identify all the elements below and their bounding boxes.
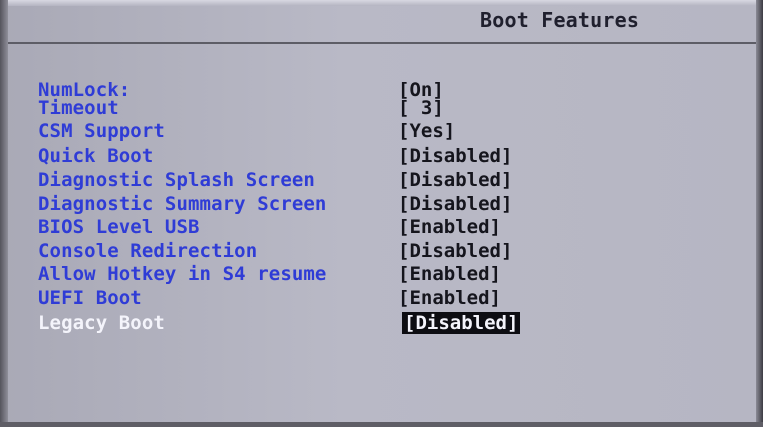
setting-uefi-boot[interactable]: UEFI Boot [Enabled] [38,287,638,309]
monitor-bezel-right [756,0,763,427]
setting-allow-hotkey-s4-resume[interactable]: Allow Hotkey in S4 resume [Enabled] [38,263,638,285]
setting-value[interactable]: [Enabled] [398,287,501,309]
setting-diagnostic-splash-screen[interactable]: Diagnostic Splash Screen [Disabled] [38,169,638,191]
setting-label: Diagnostic Summary Screen [38,193,327,215]
setting-label: UEFI Boot [38,287,142,309]
setting-value[interactable]: [Disabled] [398,240,512,262]
setting-label: Allow Hotkey in S4 resume [38,263,327,285]
setting-quick-boot[interactable]: Quick Boot [Disabled] [38,145,638,167]
setting-csm-support[interactable]: CSM Support [Yes] [38,120,638,142]
setting-bios-level-usb[interactable]: BIOS Level USB [Enabled] [38,216,638,238]
setting-value[interactable]: [ 3] [398,97,444,119]
setting-label: CSM Support [38,120,165,142]
setting-value[interactable]: [Disabled] [398,193,512,215]
screen-top-edge [0,0,763,6]
setting-diagnostic-summary-screen[interactable]: Diagnostic Summary Screen [Disabled] [38,193,638,215]
title-divider [8,42,756,44]
setting-timeout[interactable]: Timeout [ 3] [38,97,638,119]
setting-value[interactable]: [Disabled] [398,169,512,191]
setting-label: Timeout [38,97,119,119]
bios-screen: Boot Features NumLock: [On] Timeout [ 3]… [0,0,763,427]
monitor-bezel-left [0,0,8,427]
setting-label: Quick Boot [38,145,154,167]
page-title: Boot Features [480,8,640,32]
setting-value[interactable]: [Enabled] [398,216,501,238]
setting-value-selected[interactable]: [Disabled] [402,312,521,334]
setting-console-redirection[interactable]: Console Redirection [Disabled] [38,240,638,262]
setting-value[interactable]: [Enabled] [398,263,501,285]
setting-label: Diagnostic Splash Screen [38,169,315,191]
setting-value[interactable]: [Yes] [398,120,455,142]
setting-value[interactable]: [Disabled] [398,145,512,167]
monitor-bezel-bottom [0,422,763,427]
setting-label: Legacy Boot [38,312,165,334]
setting-label: Console Redirection [38,240,258,262]
setting-label: BIOS Level USB [38,216,200,238]
setting-legacy-boot[interactable]: Legacy Boot [Disabled] [38,312,638,334]
